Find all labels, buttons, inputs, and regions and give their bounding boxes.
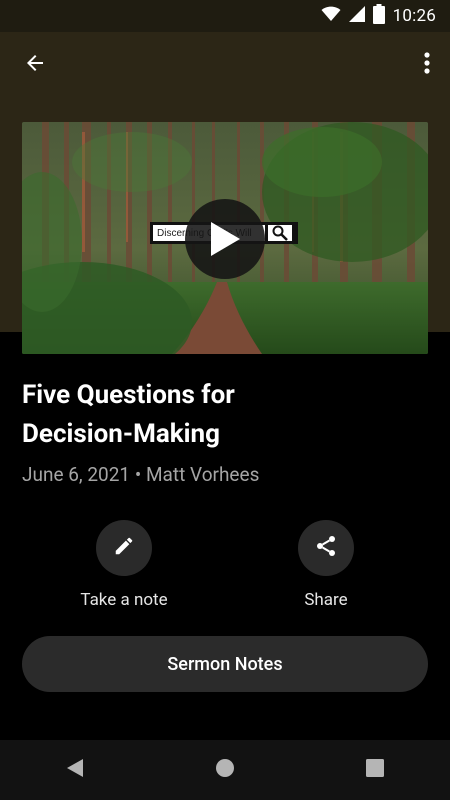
nav-back-icon [66,758,84,782]
wifi-icon [321,6,341,26]
overflow-menu-button[interactable] [416,48,438,82]
sermon-title-line2: Decision-Making [22,419,220,449]
take-note-button[interactable] [96,520,152,576]
sermon-date: June 6, 2021 [22,463,131,486]
nav-recents-icon [366,759,384,781]
share-action[interactable]: Share [246,520,406,610]
sermon-speaker: Matt Vorhees [145,463,260,486]
pencil-icon [113,535,135,561]
nav-home-button[interactable] [201,746,249,794]
sermon-title: Five Questions for Decision-Making [22,376,422,454]
magnifier-icon [265,222,295,244]
share-button[interactable] [298,520,354,576]
status-time: 10:26 [392,6,436,26]
arrow-back-icon [23,51,47,79]
system-nav-bar [0,740,450,800]
sermon-meta: June 6, 2021 • Matt Vorhees [22,463,259,486]
play-button[interactable] [185,199,265,279]
nav-back-button[interactable] [51,746,99,794]
sermon-detail-screen: 10:26 Discerning Five Questions for Deci… [0,0,450,800]
sermon-notes-button[interactable]: Sermon Notes [22,636,428,692]
cell-signal-icon [348,6,365,26]
nav-recents-button[interactable] [351,746,399,794]
status-bar: 10:26 [0,0,450,32]
more-vert-icon [424,52,430,78]
play-icon [208,220,242,258]
back-button[interactable] [18,48,52,82]
meta-separator: • [134,463,142,486]
video-thumbnail[interactable]: Discerning God's Will [22,122,428,354]
status-icons: 10:26 [321,4,436,28]
take-note-label: Take a note [80,590,168,610]
take-note-action[interactable]: Take a note [44,520,204,610]
share-icon [314,534,338,562]
nav-home-icon [215,758,235,782]
share-label: Share [304,590,348,610]
battery-icon [372,4,385,28]
sermon-title-line1: Five Questions for [22,380,235,410]
